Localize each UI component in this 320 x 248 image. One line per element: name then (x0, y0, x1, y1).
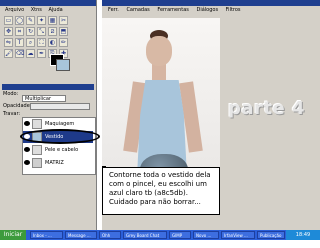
taskbar-item[interactable]: IrfanView ... (221, 231, 255, 239)
menu-filtros[interactable]: Filtros (226, 7, 241, 13)
shear-tool-icon[interactable]: ⧄ (48, 27, 57, 36)
taskbar-item[interactable]: Publicação - Me... (257, 231, 285, 246)
move-tool-icon[interactable]: ✥ (4, 27, 13, 36)
layer-row-pele-e-cabelo[interactable]: Pele e cabelo (23, 144, 93, 156)
color-picker-tool-icon[interactable]: ⌕ (26, 38, 35, 47)
tutorial-watermark: parte 4 (228, 98, 306, 119)
fuzzy-select-tool-icon[interactable]: ✦ (37, 16, 46, 25)
layer-thumbnail (32, 145, 42, 155)
perspective-tool-icon[interactable]: ⬒ (59, 27, 68, 36)
menu-ferr[interactable]: Ferr. (108, 7, 119, 13)
layer-name: Pele e cabelo (45, 147, 79, 153)
highlight-oval (20, 129, 100, 144)
scissors-tool-icon[interactable]: ✂ (59, 16, 68, 25)
paintbrush-tool-icon[interactable]: 🖌 (4, 49, 13, 58)
tool-grid: ▭◯✎✦▦✂✥⌗↻⤡⧄⬒⇋T⌕⛶◐✏🖌⌫☁✒⎘✚ (4, 16, 68, 58)
eye-icon[interactable] (24, 121, 30, 126)
eye-icon[interactable] (24, 160, 30, 165)
menu-ferramentas[interactable]: Ferramentas (157, 7, 189, 13)
mode-dropdown[interactable]: Multiplicar (22, 95, 66, 102)
taskbar: Iniciar Inbox - ... Message ... Ohh Grey… (0, 230, 320, 246)
layer-name: MATRIZ (45, 160, 64, 166)
ink-tool-icon[interactable]: ✒ (37, 49, 46, 58)
layer-thumbnail (32, 119, 42, 129)
ellipse-select-tool-icon[interactable]: ◯ (15, 16, 24, 25)
toolbox-menubar: Arquivo Xtns Ajuda (0, 6, 96, 14)
taskbar-item[interactable]: Novo ... (193, 231, 219, 239)
layer-row-matriz[interactable]: MATRIZ (23, 157, 93, 169)
opacity-slider[interactable] (30, 103, 90, 110)
menu-xtns[interactable]: Xtns (31, 7, 42, 13)
taskbar-item[interactable]: Grey Board Chat ... (123, 231, 167, 246)
menu-arquivo[interactable]: Arquivo (5, 7, 24, 13)
image-window-menubar: Ferr. Camadas Ferramentas Diálogos Filtr… (102, 6, 320, 14)
model-neck (152, 64, 166, 82)
bucket-fill-tool-icon[interactable]: ⛶ (37, 38, 46, 47)
taskbar-item[interactable]: Inbox - ... (30, 231, 63, 239)
taskbar-item[interactable]: Message ... (65, 231, 97, 239)
layers-dialog-titlebar (2, 84, 94, 90)
system-clock: 18:49 (286, 230, 320, 240)
background-color-swatch[interactable] (56, 59, 70, 71)
text-tool-icon[interactable]: T (15, 38, 24, 47)
blend-tool-icon[interactable]: ◐ (48, 38, 57, 47)
menu-ajuda[interactable]: Ajuda (49, 7, 63, 13)
rotate-tool-icon[interactable]: ↻ (26, 27, 35, 36)
flip-tool-icon[interactable]: ⇋ (4, 38, 13, 47)
eye-icon[interactable] (24, 147, 30, 152)
eraser-tool-icon[interactable]: ⌫ (15, 49, 24, 58)
model-head (146, 36, 172, 66)
color-select-tool-icon[interactable]: ▦ (48, 16, 57, 25)
menu-dialogos[interactable]: Diálogos (196, 7, 218, 13)
pencil-tool-icon[interactable]: ✏ (59, 38, 68, 47)
mode-label: Modo: (3, 91, 19, 97)
rect-select-tool-icon[interactable]: ▭ (4, 16, 13, 25)
instruction-callout: Contorne toda o vestido dela com o pince… (102, 167, 220, 215)
lock-label: Travar: (3, 111, 21, 117)
layer-thumbnail (32, 158, 42, 168)
taskbar-item[interactable]: Ohh (99, 231, 121, 239)
layers-list: Maquiagem Vestido Pele e cabelo MATRIZ (22, 117, 96, 175)
taskbar-item[interactable]: GIMP (169, 231, 191, 239)
menu-camadas[interactable]: Camadas (126, 7, 149, 13)
crop-tool-icon[interactable]: ⌗ (15, 27, 24, 36)
scale-tool-icon[interactable]: ⤡ (37, 27, 46, 36)
start-button[interactable]: Iniciar (0, 230, 26, 240)
free-select-tool-icon[interactable]: ✎ (26, 16, 35, 25)
airbrush-tool-icon[interactable]: ☁ (26, 49, 35, 58)
opacity-label: Opacidade: (3, 103, 32, 109)
toolbox-window: Arquivo Xtns Ajuda ▭ ◯ ✎ ✦ ▦ ✂ ✥ ⌗ ↻ ⤡ ⧄ ⬒ ⇋ T ⌕ ⛶ ◐ ✏ 🖌 ⌫ ☁… (0, 0, 97, 230)
